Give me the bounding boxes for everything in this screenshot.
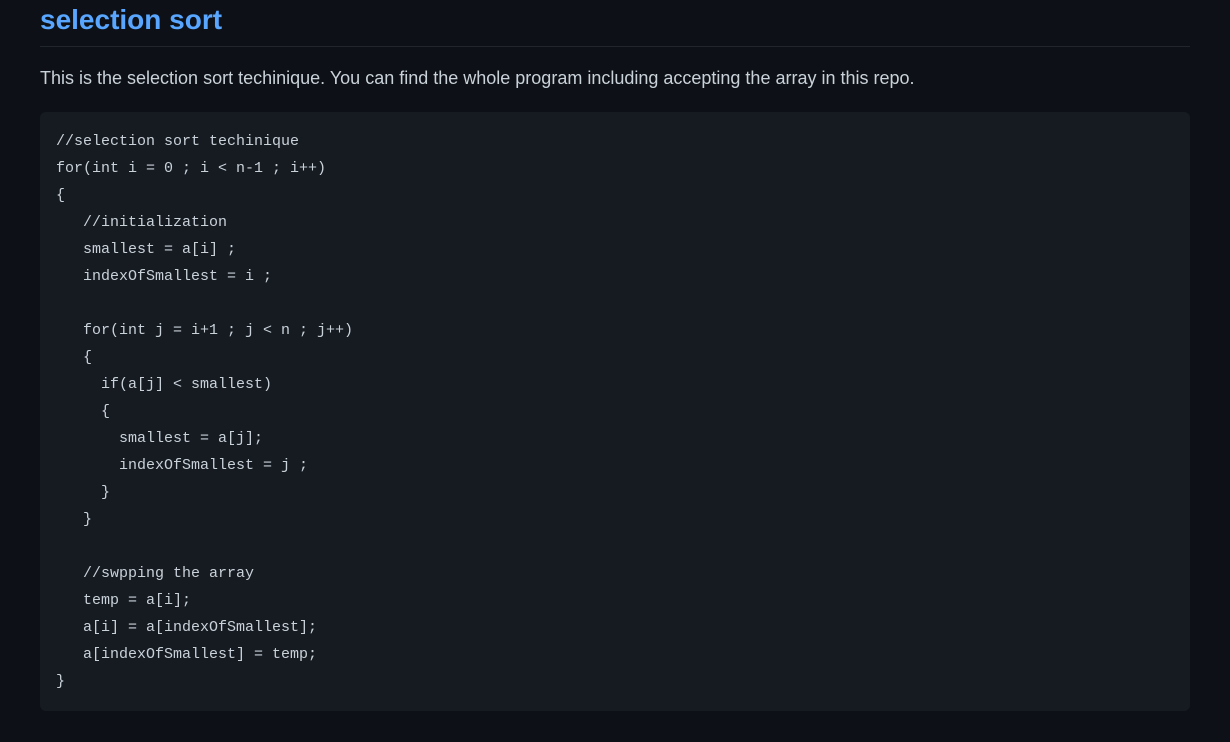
description-text: This is the selection sort techinique. Y… (40, 65, 1190, 92)
heading-link[interactable]: selection sort (40, 0, 1190, 46)
code-block: //selection sort techinique for(int i = … (40, 112, 1190, 711)
code-content: //selection sort techinique for(int i = … (56, 128, 1174, 695)
